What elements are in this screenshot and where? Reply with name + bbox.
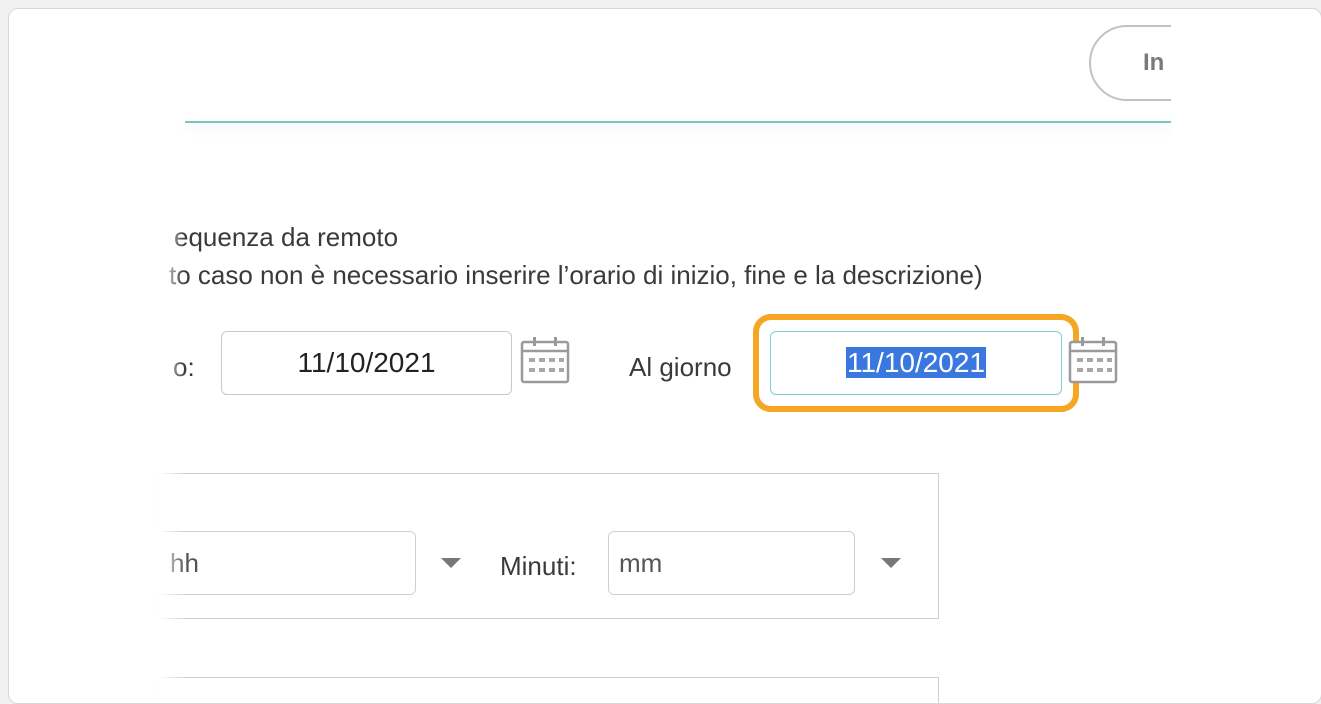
next-section <box>159 677 939 703</box>
notice-line-2: to caso non è necessario inserire l’orar… <box>169 260 983 290</box>
top-pill-button[interactable]: In <box>1089 25 1171 101</box>
minutes-label: Minuti: <box>500 551 577 581</box>
chevron-down-icon[interactable] <box>441 558 461 568</box>
to-date-label: Al giorno <box>629 352 732 382</box>
from-date-label: o: <box>173 352 195 382</box>
form-viewport: In equenza da remoto to caso non è neces… <box>9 9 1171 703</box>
chevron-down-icon[interactable] <box>881 558 901 568</box>
hours-select[interactable]: hh <box>149 531 416 595</box>
form-card: In equenza da remoto to caso non è neces… <box>8 8 1321 704</box>
minutes-select[interactable]: mm <box>608 531 855 595</box>
header-divider <box>185 121 1171 123</box>
to-date-selected-text: 11/10/2021 <box>845 347 987 378</box>
to-date-input[interactable]: 11/10/2021 <box>770 331 1062 395</box>
notice-line-1: equenza da remoto <box>174 222 399 252</box>
calendar-icon[interactable] <box>1067 335 1119 385</box>
from-date-input[interactable]: 11/10/2021 <box>221 331 512 395</box>
calendar-icon[interactable] <box>519 335 571 385</box>
